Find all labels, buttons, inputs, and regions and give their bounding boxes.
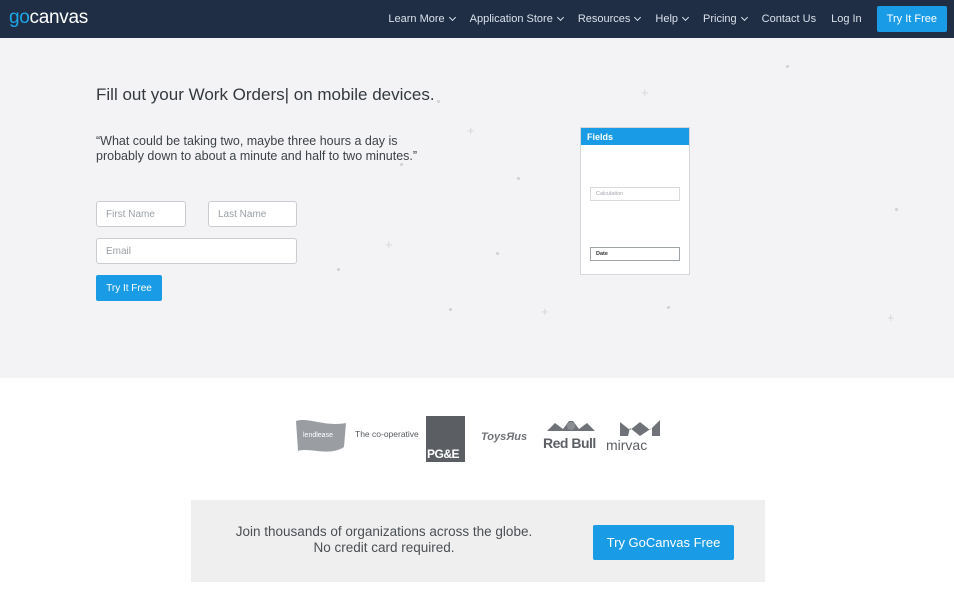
try-gocanvas-free-button[interactable]: Try GoCanvas Free: [593, 525, 734, 560]
nav-resources-label: Resources: [577, 13, 631, 25]
nav-log-in-label: Log In: [831, 13, 862, 25]
dot-decoration: [496, 252, 499, 255]
nav-pricing-label: Pricing: [703, 13, 737, 25]
bulls-icon: [547, 421, 595, 431]
phone-header: Fields: [581, 128, 689, 145]
plus-decoration-icon: +: [541, 304, 549, 319]
dot-decoration: [895, 208, 898, 211]
nav-try-it-free-button[interactable]: Try It Free: [876, 6, 947, 32]
cta-line-1: Join thousands of organizations across t…: [235, 524, 533, 539]
mirvac-text: mirvac: [606, 437, 648, 453]
hero-section: + + + + + Fill out your Work Orders| on …: [0, 38, 954, 378]
plus-decoration-icon: +: [641, 85, 649, 100]
nav-contact-us[interactable]: Contact Us: [762, 13, 816, 25]
first-name-input[interactable]: First Name: [96, 201, 186, 227]
nav-learn-more[interactable]: Learn More: [388, 13, 456, 25]
signup-cta-band: Join thousands of organizations across t…: [191, 500, 765, 582]
nav-help-label: Help: [655, 13, 679, 25]
mirvac-logo: mirvac: [606, 418, 664, 458]
dot-decoration: [337, 268, 340, 271]
cta-text: Join thousands of organizations across t…: [191, 524, 577, 556]
chevron-down-icon: [634, 13, 642, 22]
nav-links: Learn More Application Store Resources H…: [388, 0, 954, 38]
redbull-text: Red Bull: [543, 435, 596, 451]
plus-decoration-icon: +: [385, 237, 393, 252]
nav-application-store[interactable]: Application Store: [469, 13, 564, 25]
hero-headline: Fill out your Work Orders| on mobile dev…: [96, 85, 435, 104]
top-nav: gocanvas Learn More Application Store Re…: [0, 0, 954, 38]
logo-go-text: go: [9, 7, 30, 28]
dot-decoration: [667, 306, 670, 309]
logo-canvas-text: canvas: [29, 7, 89, 28]
nav-pricing[interactable]: Pricing: [703, 13, 748, 25]
phone-calculation-field: Calculation: [590, 187, 680, 201]
dot-decoration: [517, 177, 520, 180]
toysrus-logo: ToysЯus: [481, 431, 528, 443]
phone-mockup: Fields Calculation Date: [580, 127, 690, 275]
nav-log-in[interactable]: Log In: [831, 13, 862, 25]
email-input[interactable]: Email: [96, 238, 297, 264]
lendlease-text: lendlease: [303, 432, 333, 439]
pge-text: PG&E: [427, 447, 460, 461]
pge-logo: PG&E: [426, 416, 465, 462]
customer-quote: “What could be taking two, maybe three h…: [96, 134, 418, 163]
cta-line-2: No credit card required.: [313, 540, 455, 555]
dot-decoration: [437, 100, 440, 103]
chevron-down-icon: [556, 13, 564, 22]
phone-date-field: Date: [590, 247, 680, 261]
nav-learn-more-label: Learn More: [388, 13, 445, 25]
coop-logo: The co-operative: [355, 429, 419, 439]
nav-application-store-label: Application Store: [469, 13, 553, 25]
lendlease-logo: lendlease: [294, 417, 349, 455]
nav-contact-us-label: Contact Us: [761, 13, 817, 25]
hero-try-it-free-button[interactable]: Try It Free: [96, 275, 162, 301]
plus-decoration-icon: +: [467, 123, 475, 138]
chevron-down-icon: [681, 13, 690, 22]
dot-decoration: [449, 308, 452, 311]
dot-decoration: [786, 65, 789, 68]
customer-logos: lendlease The co-operative PG&E ToysЯus …: [0, 414, 954, 464]
nav-resources[interactable]: Resources: [577, 13, 642, 25]
chevron-down-icon: [740, 13, 748, 22]
nav-help[interactable]: Help: [655, 13, 690, 25]
gocanvas-logo[interactable]: gocanvas: [9, 7, 88, 29]
chevron-down-icon: [448, 13, 456, 22]
last-name-input[interactable]: Last Name: [208, 201, 297, 227]
mirvac-mark-icon: [620, 420, 660, 436]
redbull-logo: Red Bull: [543, 417, 599, 457]
plus-decoration-icon: +: [887, 310, 895, 325]
